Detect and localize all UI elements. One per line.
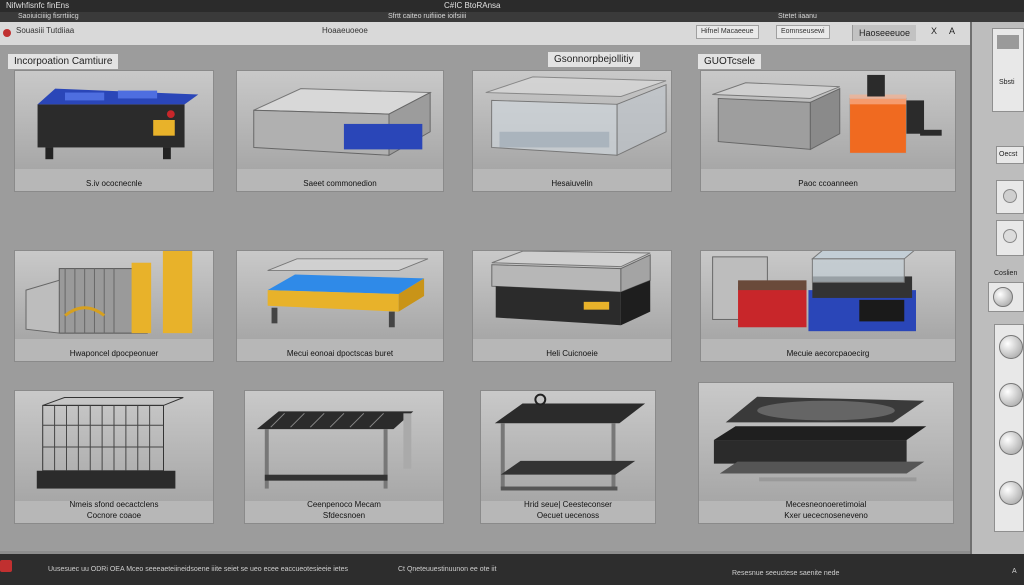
round-button-icon[interactable] xyxy=(999,481,1023,505)
menu-center[interactable]: Sfrtt caiteo ruifiiioe ioifsiiii xyxy=(388,12,466,22)
product-subcaption: Oecuet uecenoss xyxy=(536,511,600,520)
toolbar-left-label: Souasiii Tutdiiaa xyxy=(16,26,75,35)
product-card[interactable]: Mecui eonoai dpoctscas buret xyxy=(236,250,444,362)
product-caption: S.iv ococnecnle xyxy=(85,179,143,188)
product-caption: Ceenpenoco Mecam xyxy=(307,500,381,509)
product-card[interactable]: Heli Cuicnoeie xyxy=(472,250,672,362)
product-image xyxy=(245,391,443,501)
sidebar-label-1: Sbsti xyxy=(999,79,1015,86)
product-card[interactable]: Saeet commonedion xyxy=(236,70,444,192)
status-icon xyxy=(0,560,12,572)
product-image xyxy=(15,391,213,501)
status-mid: Ct Qneteuuestinuunon ee ote iit xyxy=(398,566,497,573)
status-left: Uusesuec uu ODRi OEA Mceo seeeaeteiineid… xyxy=(48,566,349,573)
product-card[interactable]: Hwaponcel dpocpeonuer xyxy=(14,250,214,362)
product-card[interactable]: Paoc ccoanneen xyxy=(700,70,956,192)
catalog-panel: Incorpoation Camtiure Gsonnorpbejollitiy… xyxy=(0,46,970,551)
sidebar-list xyxy=(994,324,1024,532)
sidebar-item[interactable]: Oecst xyxy=(996,146,1024,164)
sidebar-item[interactable] xyxy=(996,220,1024,256)
product-caption: Heli Cuicnoeie xyxy=(546,349,598,358)
product-image xyxy=(237,71,443,169)
product-caption: Mecui eonoai dpoctscas buret xyxy=(286,349,394,358)
product-card[interactable]: Ceenpenoco Mecam Sfdecsnoen xyxy=(244,390,444,524)
product-caption: Hesaiuvelin xyxy=(551,179,593,188)
status-right-end: A xyxy=(1012,568,1017,575)
toolbar-pill-1[interactable]: Hifnel Macaeeue xyxy=(696,25,759,39)
product-image xyxy=(701,251,955,339)
product-image xyxy=(699,383,953,501)
window-title-left: Nifwhfisnfc finEns xyxy=(6,1,70,10)
product-caption: Paoc ccoanneen xyxy=(798,179,858,188)
close-icon[interactable]: X xyxy=(928,25,940,37)
product-caption: Saeet commonedion xyxy=(303,179,377,188)
product-card[interactable]: Hrid seue| Ceesteconser Oecuet uecenoss xyxy=(480,390,656,524)
product-caption: Mecesneonoeretimoial xyxy=(785,500,867,509)
section-title-left: Incorpoation Camtiure xyxy=(8,54,119,69)
product-subcaption: Kxer uececnoseneveno xyxy=(784,511,868,520)
window-titlebar: Nifwhfisnfc finEns C#IC BtoRAnsa xyxy=(0,0,1024,12)
record-icon[interactable] xyxy=(3,29,11,37)
product-card[interactable]: Mecesneonoeretimoial Kxer uececnoseneven… xyxy=(698,382,954,524)
round-button-icon xyxy=(993,287,1013,307)
circle-icon xyxy=(1003,189,1017,203)
product-image xyxy=(15,71,213,169)
product-caption: Hwaponcel dpocpeonuer xyxy=(69,349,159,358)
status-right: Resesnue seeuctese saenite nede xyxy=(732,570,840,577)
product-image xyxy=(15,251,213,339)
sidebar-item[interactable] xyxy=(988,282,1024,312)
window-title-center: C#IC BtoRAnsa xyxy=(444,1,501,10)
thumbnail-image xyxy=(997,35,1019,49)
round-button-icon[interactable] xyxy=(999,431,1023,455)
product-card[interactable]: Mecuie aecorcpaoecirg xyxy=(700,250,956,362)
product-image xyxy=(473,251,671,339)
tab-active[interactable]: Haoseeeuoe xyxy=(852,25,917,41)
product-caption: Hrid seue| Ceesteconser xyxy=(524,500,612,509)
toolbar: Souasiii Tutdiiaa Hoaaeuoeoe Hifnel Maca… xyxy=(0,22,970,46)
product-image xyxy=(701,71,955,169)
section-title-right: GUOTcsele xyxy=(698,54,762,69)
product-image xyxy=(473,71,671,169)
toolbar-pill-2[interactable]: Eomnseusewi xyxy=(776,25,830,39)
product-subcaption: Cocnore coaoe xyxy=(86,511,142,520)
product-image xyxy=(237,251,443,339)
toolbar-center-label: Hoaaeuoeoe xyxy=(322,26,368,35)
product-caption: Nmeis sfond oecactclens xyxy=(69,500,159,509)
right-sidebar: Sbsti Oecst Coslien xyxy=(970,22,1024,554)
sidebar-label-2: Oecst xyxy=(999,151,1018,158)
sidebar-thumbnail[interactable]: Sbsti xyxy=(992,28,1024,112)
sidebar-label-3: Coslien xyxy=(994,270,1018,277)
menubar: Saoiuiciiiig fisrrtiiicg Sfrtt caiteo ru… xyxy=(0,12,1024,22)
section-title-middle: Gsonnorpbejollitiy xyxy=(548,52,640,67)
circle-icon xyxy=(1003,229,1017,243)
sidebar-item[interactable] xyxy=(996,180,1024,214)
menu-right[interactable]: Stetet iiaanu xyxy=(778,12,817,22)
round-button-icon[interactable] xyxy=(999,335,1023,359)
round-button-icon[interactable] xyxy=(999,383,1023,407)
menu-dots-icon[interactable]: A xyxy=(946,25,958,37)
product-image xyxy=(481,391,655,501)
product-card[interactable]: S.iv ococnecnle xyxy=(14,70,214,192)
menu-left[interactable]: Saoiuiciiiig fisrrtiiicg xyxy=(18,12,79,22)
product-caption: Mecuie aecorcpaoecirg xyxy=(786,349,870,358)
status-bar: Uusesuec uu ODRi OEA Mceo seeeaeteiineid… xyxy=(0,554,1024,585)
product-card[interactable]: Nmeis sfond oecactclens Cocnore coaoe xyxy=(14,390,214,524)
product-subcaption: Sfdecsnoen xyxy=(322,511,366,520)
product-card[interactable]: Hesaiuvelin xyxy=(472,70,672,192)
